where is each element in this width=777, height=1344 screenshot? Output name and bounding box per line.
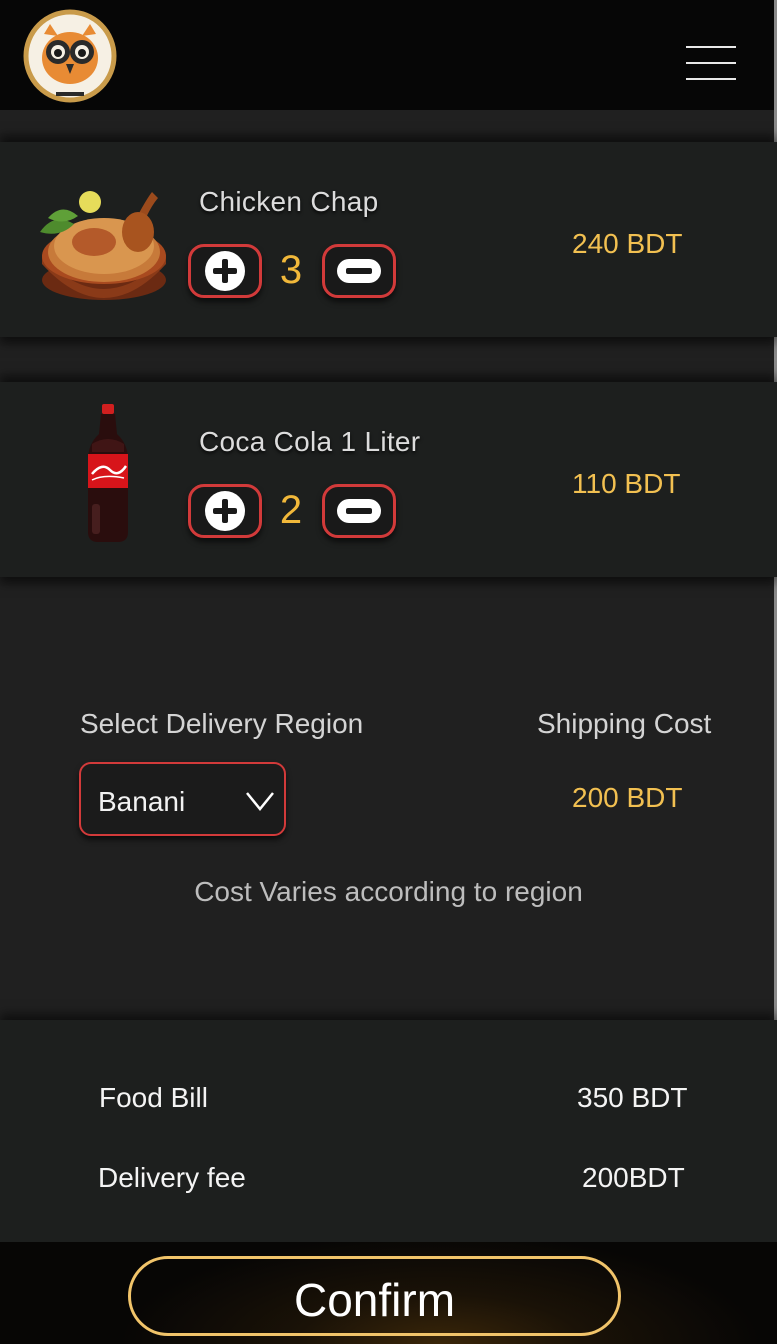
plus-icon — [205, 251, 245, 291]
confirm-button-label: Confirm — [293, 1274, 456, 1326]
minus-icon — [337, 499, 381, 523]
decrease-quantity-button[interactable] — [322, 484, 396, 538]
decrease-quantity-button[interactable] — [322, 244, 396, 298]
item-name: Coca Cola 1 Liter — [199, 426, 421, 457]
delivery-fee-label: Delivery fee — [98, 1162, 246, 1193]
shipping-cost-label: Shipping Cost — [537, 708, 712, 739]
region-cost-note: Cost Varies according to region — [194, 876, 583, 907]
delivery-fee-value: 200BDT — [582, 1162, 685, 1193]
region-label: Select Delivery Region — [80, 708, 364, 739]
item-price: 110 BDT — [572, 468, 681, 499]
cart-item: Chicken Chap 3 240 BDT — [0, 142, 777, 337]
quantity-value: 3 — [279, 248, 303, 292]
shipping-cost-value: 200 BDT — [572, 782, 683, 813]
menu-line — [686, 78, 736, 80]
plus-icon — [205, 491, 245, 531]
menu-line — [686, 46, 736, 48]
chevron-down-icon — [246, 792, 274, 811]
confirm-button[interactable]: Confirm — [128, 1256, 621, 1336]
app-header — [0, 0, 777, 110]
food-bill-label: Food Bill — [99, 1082, 208, 1113]
item-price: 240 BDT — [572, 228, 683, 259]
footer-bar: Confirm — [0, 1242, 777, 1344]
cart-item: Coca Cola 1 Liter 2 110 BDT — [0, 382, 777, 577]
increase-quantity-button[interactable] — [188, 244, 262, 298]
owl-logo-icon[interactable] — [22, 8, 118, 104]
bill-summary: Food Bill 350 BDT Delivery fee 200BDT — [0, 1020, 777, 1242]
item-name: Chicken Chap — [199, 186, 379, 217]
delivery-region-dropdown[interactable]: Banani — [79, 762, 286, 836]
quantity-value: 2 — [279, 488, 303, 532]
food-bill-value: 350 BDT — [577, 1082, 688, 1113]
hamburger-menu-icon[interactable] — [686, 44, 738, 84]
menu-line — [686, 62, 736, 64]
increase-quantity-button[interactable] — [188, 484, 262, 538]
minus-icon — [337, 259, 381, 283]
chicken-biryani-bowl-icon — [34, 172, 174, 317]
coca-cola-bottle-icon — [84, 404, 132, 549]
selected-region: Banani — [98, 786, 186, 817]
